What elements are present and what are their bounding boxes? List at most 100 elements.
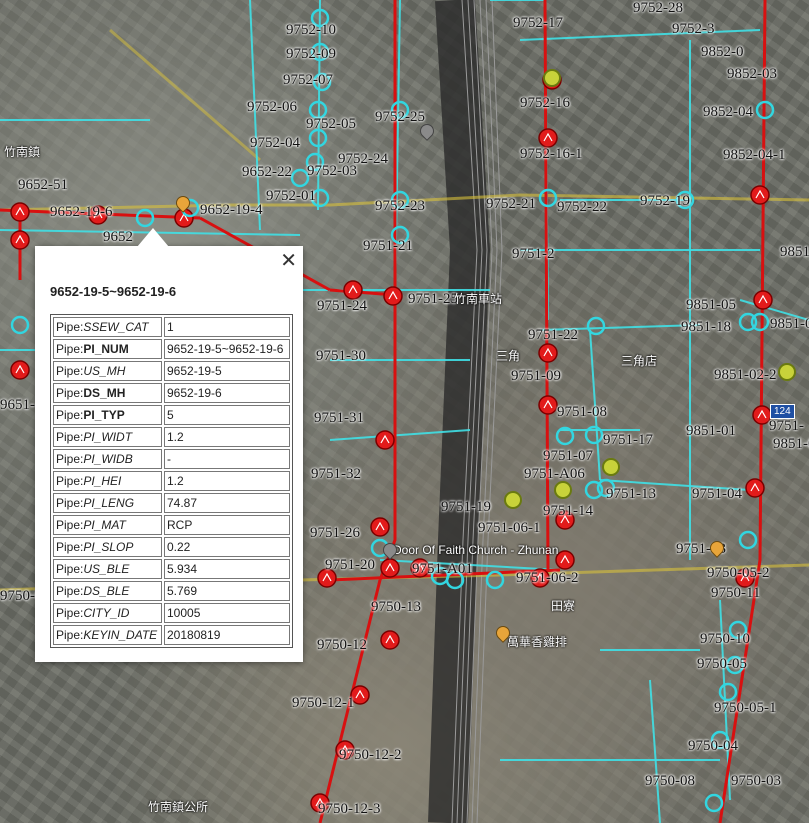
manhole-label: 9652-19-4: [200, 202, 263, 218]
manhole-label: 9751-26: [310, 525, 360, 541]
manhole-label: 9751-21: [363, 238, 413, 254]
place-label: 竹南鎮公所: [148, 800, 209, 814]
manhole-label: 9752-06: [247, 99, 297, 115]
manhole-label: 9750-13: [371, 599, 421, 615]
manhole-label: 9752-19: [640, 193, 690, 209]
manhole-red-icon: [10, 202, 30, 222]
manhole-label: 9751-31: [314, 410, 364, 426]
attribute-key: Pipe:PI_HEI: [53, 471, 162, 491]
attribute-key: Pipe:PI_SLOP: [53, 537, 162, 557]
place-label: 竹南鎮: [4, 145, 41, 159]
manhole-label: 9751-A01: [412, 561, 473, 577]
manhole-label: 9751-09: [511, 368, 561, 384]
attribute-row: Pipe:PI_WIDB -: [53, 449, 290, 469]
manhole-label: 9750-08: [645, 773, 695, 789]
attribute-prefix: Pipe:: [56, 628, 84, 642]
manhole-label: 9752-01: [266, 188, 316, 204]
manhole-label: 9751-A06: [524, 466, 585, 482]
attribute-key: Pipe:PI_WIDT: [53, 427, 162, 447]
attribute-row: Pipe:US_BLE 5.934: [53, 559, 290, 579]
manhole-label: 9751-14: [543, 503, 593, 519]
manhole-red-icon: [538, 343, 558, 363]
manhole-red-icon: [538, 128, 558, 148]
attribute-key: Pipe:US_MH: [53, 361, 162, 381]
manhole-label: 9752-3: [672, 21, 715, 37]
manhole-label: 9752-07: [283, 72, 333, 88]
manhole-label: 9652: [103, 229, 133, 245]
manhole-label: 9752-25: [375, 109, 425, 125]
manhole-yellow-icon: [504, 491, 522, 509]
manhole-label: 9751-22: [528, 327, 578, 343]
manhole-yellow-icon: [602, 458, 620, 476]
attribute-value: 20180819: [164, 625, 290, 645]
attribute-value: 74.87: [164, 493, 290, 513]
manhole-cyan-icon: [290, 168, 310, 188]
attribute-value: 9652-19-6: [164, 383, 290, 403]
attribute-table: Pipe:SSEW_CAT 1 Pipe:PI_NUM 9652-19-5~9652-…: [50, 314, 293, 648]
manhole-cyan-icon: [584, 480, 604, 500]
manhole-label: 9751-19: [441, 499, 491, 515]
attribute-field: DS_BLE: [83, 584, 130, 598]
attribute-value: 1: [164, 317, 290, 337]
manhole-red-icon: [538, 395, 558, 415]
attribute-key: Pipe:KEYIN_DATE: [53, 625, 162, 645]
road: [109, 28, 261, 162]
attribute-key: Pipe:US_BLE: [53, 559, 162, 579]
manhole-cyan-icon: [10, 315, 30, 335]
attribute-value: 1.2: [164, 471, 290, 491]
manhole-label: 9751-30: [316, 348, 366, 364]
attribute-row: Pipe:PI_WIDT 1.2: [53, 427, 290, 447]
manhole-label: 9751-07: [543, 448, 593, 464]
attribute-row: Pipe:PI_NUM 9652-19-5~9652-19-6: [53, 339, 290, 359]
manhole-red-icon: [380, 558, 400, 578]
manhole-label: 9652-51: [18, 177, 68, 193]
manhole-label: 9750-05-1: [714, 700, 777, 716]
attribute-field: PI_NUM: [83, 342, 129, 356]
manhole-label: 9752-05: [306, 116, 356, 132]
manhole-label: 9752-17: [513, 15, 563, 31]
cyan-pipe: [649, 679, 661, 823]
attribute-field: CITY_ID: [83, 606, 130, 620]
attribute-row: Pipe:DS_BLE 5.769: [53, 581, 290, 601]
attribute-row: Pipe:PI_HEI 1.2: [53, 471, 290, 491]
attribute-value: -: [164, 449, 290, 469]
manhole-red-icon: [745, 478, 765, 498]
attribute-key: Pipe:DS_BLE: [53, 581, 162, 601]
attribute-value: 1.2: [164, 427, 290, 447]
manhole-label: 9752-04: [250, 135, 300, 151]
manhole-red-icon: [343, 280, 363, 300]
manhole-cyan-icon: [135, 208, 155, 228]
attribute-field: US_BLE: [83, 562, 130, 576]
manhole-label: 9750-12: [317, 637, 367, 653]
attribute-prefix: Pipe:: [56, 518, 84, 532]
manhole-red-icon: [375, 430, 395, 450]
manhole-yellow-icon: [554, 481, 572, 499]
attribute-prefix: Pipe:: [56, 540, 84, 554]
attribute-key: Pipe:PI_WIDB: [53, 449, 162, 469]
attribute-value: 5: [164, 405, 290, 425]
manhole-label: 9751-13: [606, 486, 656, 502]
manhole-cyan-icon: [750, 312, 770, 332]
place-label: 萬華香雞排: [507, 635, 568, 649]
manhole-red-icon: [10, 360, 30, 380]
attribute-row: Pipe:US_MH 9652-19-5: [53, 361, 290, 381]
close-icon[interactable]: ✕: [280, 250, 297, 270]
popup-title: 9652-19-5~9652-19-6: [50, 284, 177, 299]
attribute-prefix: Pipe:: [56, 606, 84, 620]
attribute-prefix: Pipe:: [56, 496, 84, 510]
manhole-label: 9750-03: [731, 773, 781, 789]
attribute-field: DS_MH: [83, 386, 126, 400]
manhole-label: 9752-10: [286, 22, 336, 38]
manhole-label: 9851-01: [686, 423, 736, 439]
attribute-value: 5.934: [164, 559, 290, 579]
manhole-label: 9751-04: [692, 486, 742, 502]
manhole-red-icon: [380, 630, 400, 650]
attribute-prefix: Pipe:: [56, 342, 84, 356]
manhole-label: 9751-08: [557, 404, 607, 420]
attribute-key: Pipe:SSEW_CAT: [53, 317, 162, 337]
manhole-label: 9652-19-6: [50, 204, 113, 220]
place-label: 三角: [496, 349, 521, 363]
manhole-red-icon: [753, 290, 773, 310]
manhole-label: 9752-28: [633, 0, 683, 16]
manhole-label: 9851-18: [681, 319, 731, 335]
